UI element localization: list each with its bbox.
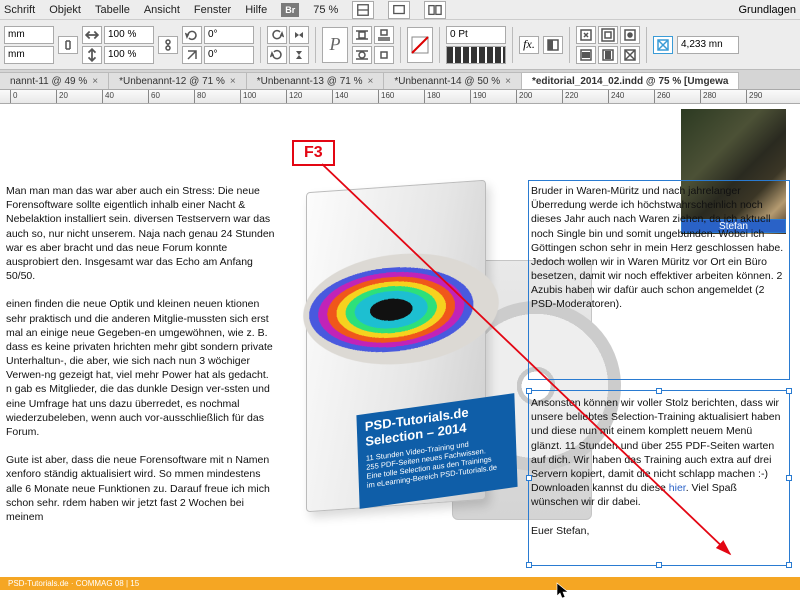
auto-fit-icon[interactable] <box>620 46 640 64</box>
center-content-icon[interactable] <box>620 26 640 44</box>
menu-bar: Schrift Objekt Tabelle Ansicht Fenster H… <box>0 0 800 20</box>
tab-editorial-2014[interactable]: *editorial_2014_02.indd @ 75 % [Umgewa <box>522 72 740 89</box>
text-frame-left[interactable]: Man man man das war aber auch ein Stress… <box>6 184 276 524</box>
tab-unbenannt-13[interactable]: *Unbenannt-13 @ 71 %× <box>247 72 385 89</box>
stroke-weight-field[interactable]: 0 Pt <box>446 26 506 44</box>
frame-edges-icon[interactable] <box>653 36 673 54</box>
fill-swatch[interactable] <box>407 27 433 63</box>
rotate-ccw-icon[interactable] <box>267 26 287 44</box>
document-tabs: nannt-11 @ 49 %× *Unbenannt-12 @ 71 %× *… <box>0 70 800 90</box>
measure-field[interactable]: 4,233 mn <box>677 36 739 54</box>
screen-mode-icon[interactable] <box>388 1 410 19</box>
fill-prop-icon[interactable] <box>576 46 596 64</box>
menu-schrift[interactable]: Schrift <box>4 4 35 16</box>
arrange-icon[interactable] <box>424 1 446 19</box>
workspace-switcher[interactable]: Grundlagen <box>739 4 797 16</box>
rotate-icon <box>182 26 202 44</box>
rotation-field[interactable]: 0° <box>204 26 254 44</box>
shear-icon <box>182 46 202 64</box>
scale-x-icon <box>82 26 102 44</box>
close-icon[interactable]: × <box>92 76 98 87</box>
w-field[interactable]: mm <box>4 46 54 64</box>
link-scale-icon[interactable] <box>158 36 178 54</box>
scale-x-field[interactable]: 100 % <box>104 26 154 44</box>
tab-unbenannt-11[interactable]: nannt-11 @ 49 %× <box>0 72 109 89</box>
effects-icon[interactable]: fx. <box>519 36 539 54</box>
selection-frame-upper[interactable] <box>528 180 790 380</box>
x-field[interactable]: mm <box>4 26 54 44</box>
menu-tabelle[interactable]: Tabelle <box>95 4 130 16</box>
zoom-level[interactable]: 75 % <box>313 4 338 16</box>
document-canvas[interactable]: Man man man das war aber auch ein Stress… <box>0 104 800 600</box>
annotation-f3-label: F3 <box>292 140 335 166</box>
scale-y-field[interactable]: 100 % <box>104 46 154 64</box>
menu-hilfe[interactable]: Hilfe <box>245 4 267 16</box>
view-mode-icon[interactable] <box>352 1 374 19</box>
flip-v-icon[interactable] <box>289 46 309 64</box>
close-icon[interactable]: × <box>505 76 511 87</box>
wrap-shape-icon[interactable] <box>352 46 372 64</box>
wrap-none-icon[interactable] <box>374 46 394 64</box>
char-format-icon[interactable]: P <box>322 27 348 63</box>
menu-objekt[interactable]: Objekt <box>49 4 81 16</box>
opacity-icon[interactable] <box>543 36 563 54</box>
tab-unbenannt-12[interactable]: *Unbenannt-12 @ 71 %× <box>109 72 247 89</box>
fit-frame-icon[interactable] <box>598 26 618 44</box>
fit-content-icon[interactable] <box>576 26 596 44</box>
fit-prop-icon[interactable] <box>598 46 618 64</box>
footer-bar: PSD-Tutorials.de · COMMAG 08 | 15 <box>0 577 800 590</box>
selection-frame[interactable] <box>528 390 790 566</box>
control-toolbar: mm mm 100 % 100 % 0° 0° P 0 Pt fx. <box>0 20 800 70</box>
flip-h-icon[interactable] <box>289 26 309 44</box>
scale-y-icon <box>82 46 102 64</box>
wrap-around-icon[interactable] <box>352 26 372 44</box>
cursor-icon <box>556 582 570 600</box>
shear-field[interactable]: 0° <box>204 46 254 64</box>
wrap-jump-icon[interactable] <box>374 26 394 44</box>
close-icon[interactable]: × <box>230 76 236 87</box>
menu-ansicht[interactable]: Ansicht <box>144 4 180 16</box>
close-icon[interactable]: × <box>368 76 374 87</box>
menu-fenster[interactable]: Fenster <box>194 4 231 16</box>
rotate-cw-icon[interactable] <box>267 46 287 64</box>
link-dims-icon[interactable] <box>58 36 78 54</box>
stroke-style-field[interactable] <box>446 46 506 64</box>
bridge-badge-icon[interactable]: Br <box>281 3 299 17</box>
ruler-horizontal[interactable]: 0204060801001201401601801902002202402602… <box>0 90 800 104</box>
tab-unbenannt-14[interactable]: *Unbenannt-14 @ 50 %× <box>384 72 522 89</box>
